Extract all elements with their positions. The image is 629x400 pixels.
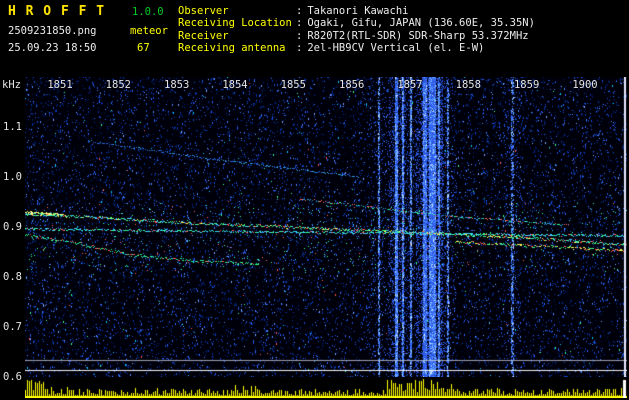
y-axis-tick-0.7: 0.7 — [3, 321, 22, 333]
info-separator: : — [296, 17, 303, 30]
y-axis-unit-label: kHz — [2, 79, 21, 91]
info-row-receiver: Receiver: R820T2(RTL-SDR) SDR-Sharp 53.37… — [178, 30, 535, 42]
info-value: Ogaki, Gifu, JAPAN (136.60E, 35.35N) — [307, 17, 535, 30]
output-filename: 2509231850.png — [8, 25, 97, 37]
y-axis-tick-0.8: 0.8 — [3, 271, 22, 283]
timestamp: 25.09.23 18:50 — [8, 42, 97, 54]
y-axis-tick-1.1: 1.1 — [3, 121, 22, 133]
y-axis-tick-1.0: 1.0 — [3, 171, 22, 183]
info-row-observer: Observer: Takanori Kawachi — [178, 5, 535, 17]
x-axis-tick-1856: 1856 — [338, 79, 365, 91]
info-label: Receiving Location — [178, 17, 292, 30]
info-separator: : — [296, 42, 303, 55]
y-axis-tick-0.6: 0.6 — [3, 371, 22, 383]
info-row-location: Receiving Location: Ogaki, Gifu, JAPAN (1… — [178, 17, 535, 29]
info-row-antenna: Receiving antenna:2el-HB9CV Vertical (el… — [178, 42, 535, 54]
x-axis-tick-1859: 1859 — [513, 79, 540, 91]
info-separator: : — [296, 29, 303, 42]
app-title: H R O F F T — [8, 4, 106, 19]
info-label: Observer — [178, 5, 229, 17]
echo-count: 67 — [137, 42, 150, 54]
y-axis-tick-0.9: 0.9 — [3, 221, 22, 233]
station-info: Observer: Takanori Kawachi Receiving Loca… — [178, 5, 535, 55]
x-axis-tick-1854: 1854 — [222, 79, 248, 91]
x-axis-tick-1851: 1851 — [47, 79, 73, 91]
x-axis-tick-1900: 1900 — [572, 79, 598, 91]
x-axis-tick-1852: 1852 — [105, 79, 131, 91]
info-value: R820T2(RTL-SDR) SDR-Sharp 53.372MHz — [307, 29, 529, 42]
x-axis-tick-1858: 1858 — [455, 79, 481, 91]
x-axis-tick-1853: 1853 — [164, 79, 190, 91]
info-label: Receiving antenna — [178, 42, 286, 55]
spectrogram-canvas — [25, 77, 627, 377]
hrofft-output-screen: H R O F F T 1.0.0 2509231850.png meteor … — [0, 0, 629, 400]
mode-label: meteor — [130, 25, 168, 37]
info-label: Receiver — [178, 29, 229, 42]
app-version: 1.0.0 — [132, 6, 164, 18]
info-value: 2el-HB9CV Vertical (el. E-W) — [307, 42, 485, 55]
x-axis-tick-1857: 1857 — [397, 79, 423, 91]
signal-level-meter-canvas — [25, 378, 627, 398]
x-axis-tick-1855: 1855 — [280, 79, 306, 91]
info-separator: : — [296, 5, 303, 17]
info-value: Takanori Kawachi — [307, 5, 409, 17]
